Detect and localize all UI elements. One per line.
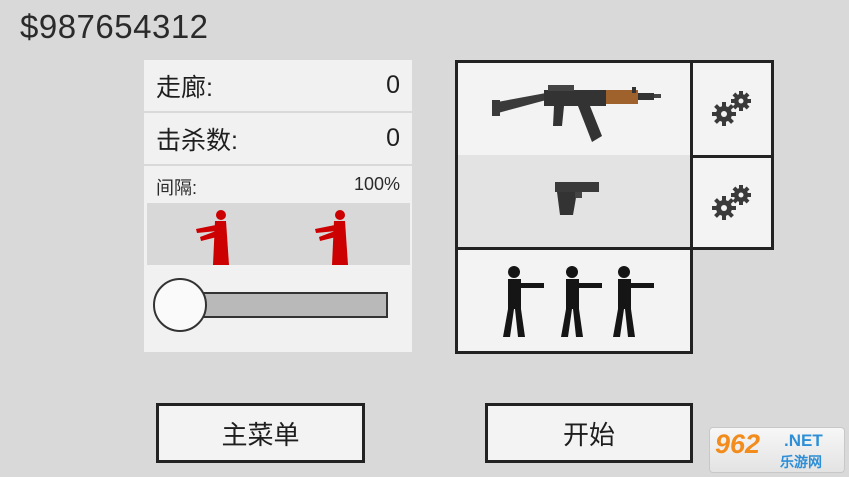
rifle-icon bbox=[492, 85, 661, 142]
interval-slider-track[interactable] bbox=[188, 292, 388, 318]
red-targets-icon bbox=[196, 210, 348, 265]
kills-label: 击杀数: bbox=[156, 126, 238, 155]
gears-icon bbox=[712, 184, 751, 220]
target-preview bbox=[147, 203, 410, 265]
squad-slot[interactable] bbox=[455, 247, 693, 354]
interval-header: 间隔: 100% bbox=[156, 174, 400, 200]
interval-panel: 间隔: 100% bbox=[144, 166, 412, 352]
start-button[interactable]: 开始 bbox=[485, 403, 693, 463]
watermark-number: 962 bbox=[715, 429, 761, 459]
soldier-squad-icon bbox=[503, 266, 654, 337]
watermark-domain: .NET bbox=[784, 431, 823, 450]
primary-weapon-settings-button[interactable] bbox=[690, 60, 774, 158]
interval-value: 100% bbox=[353, 174, 400, 194]
interval-slider-knob[interactable] bbox=[153, 278, 207, 332]
primary-weapon-slot[interactable] bbox=[455, 60, 693, 158]
site-watermark: 962 .NET 乐游网 bbox=[709, 427, 845, 473]
money-counter: $987654312 bbox=[20, 8, 209, 45]
kills-stat: 击杀数: 0 bbox=[144, 113, 412, 164]
corridor-label: 走廊: bbox=[156, 73, 213, 102]
secondary-weapon-slot[interactable] bbox=[455, 155, 693, 250]
pistol-icon bbox=[555, 182, 599, 215]
secondary-weapon-settings-button[interactable] bbox=[690, 155, 774, 250]
interval-label: 间隔: bbox=[156, 178, 198, 198]
corridor-value: 0 bbox=[386, 71, 400, 99]
kills-value: 0 bbox=[386, 124, 400, 152]
main-menu-button[interactable]: 主菜单 bbox=[156, 403, 365, 463]
watermark-site: 乐游网 bbox=[780, 454, 822, 470]
gears-icon bbox=[712, 91, 751, 126]
corridor-stat: 走廊: 0 bbox=[144, 60, 412, 111]
